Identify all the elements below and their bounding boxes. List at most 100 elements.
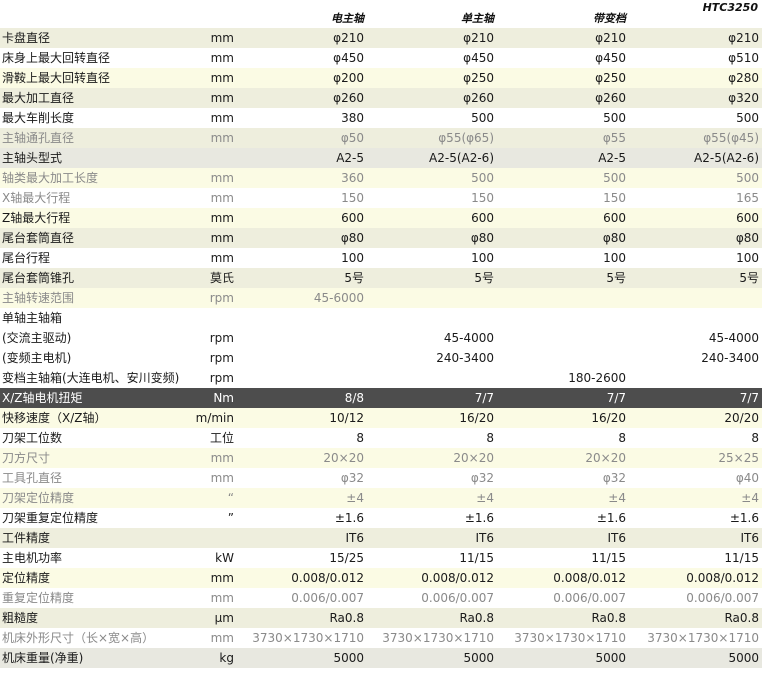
row-value-3 bbox=[512, 328, 626, 348]
row-value-3: 11/15 bbox=[591, 551, 626, 565]
table-row: 床身上最大回转直径 mm φ450 φ450 φ450 φ510 bbox=[0, 48, 762, 68]
row-value-4: 11/15 bbox=[724, 551, 759, 565]
row-value-2: A2-5(A2-6) bbox=[429, 151, 494, 165]
row-value-3: 180-2600 bbox=[568, 371, 626, 385]
spec-table-body: 卡盘直径 mm φ210 φ210 φ210 φ210 床身上最大回转直径 mm φ450 φ45… bbox=[0, 28, 762, 668]
row-value-2: φ450 bbox=[463, 51, 494, 65]
table-row: 工件精度 IT6 IT6 IT6 IT6 bbox=[0, 528, 762, 548]
row-value-3: 5号 bbox=[606, 271, 626, 285]
table-row: X/Z轴电机扭矩 Nm 8/8 7/7 7/7 7/7 bbox=[0, 388, 762, 408]
col-header-single-spindle: 单主轴 bbox=[461, 12, 494, 25]
row-value-4 bbox=[644, 288, 759, 308]
row-value-2: 7/7 bbox=[474, 391, 494, 405]
row-unit: mm bbox=[210, 31, 234, 45]
row-value-2: 150 bbox=[471, 191, 494, 205]
row-value-1: 0.008/0.012 bbox=[291, 571, 364, 585]
row-value-4 bbox=[644, 308, 759, 328]
table-row: 主轴头型式 A2-5 A2-5(A2-6) A2-5 A2-5(A2-6) bbox=[0, 148, 762, 168]
row-unit: 工位 bbox=[209, 431, 234, 445]
table-row: 轴类最大加工长度 mm 360 500 500 500 bbox=[0, 168, 762, 188]
row-value-2: φ260 bbox=[463, 91, 494, 105]
table-row: 单轴主轴箱 bbox=[0, 308, 762, 328]
row-value-4: 600 bbox=[736, 211, 759, 225]
row-value-2: Ra0.8 bbox=[459, 611, 494, 625]
row-unit: mm bbox=[210, 51, 234, 65]
row-unit: rpm bbox=[209, 291, 234, 305]
row-value-2: φ210 bbox=[463, 31, 494, 45]
row-value-4: φ280 bbox=[728, 71, 759, 85]
row-value-4: 5000 bbox=[728, 651, 759, 665]
table-row: 快移速度（X/Z轴） m/min 10/12 16/20 16/20 20/20 bbox=[0, 408, 762, 428]
row-value-1: IT6 bbox=[345, 531, 364, 545]
table-row: 主轴转速范围 rpm 45-6000 bbox=[0, 288, 762, 308]
row-value-1: φ210 bbox=[333, 31, 364, 45]
row-value-3: ±1.6 bbox=[596, 511, 626, 525]
row-value-3: φ250 bbox=[595, 71, 626, 85]
row-value-4: φ80 bbox=[735, 231, 759, 245]
row-value-2: 8 bbox=[486, 431, 494, 445]
row-value-1: 600 bbox=[341, 211, 364, 225]
row-value-3: 3730×1730×1710 bbox=[514, 631, 626, 645]
row-value-2: 16/20 bbox=[459, 411, 494, 425]
row-unit: mm bbox=[210, 571, 234, 585]
row-value-3: 20×20 bbox=[585, 451, 626, 465]
row-value-3 bbox=[512, 288, 626, 308]
row-value-1: φ80 bbox=[340, 231, 364, 245]
row-unit: mm bbox=[210, 191, 234, 205]
table-row: 刀架工位数 工位 8 8 8 8 bbox=[0, 428, 762, 448]
row-value-3: φ260 bbox=[595, 91, 626, 105]
row-value-2: 11/15 bbox=[459, 551, 494, 565]
row-value-4: φ210 bbox=[728, 31, 759, 45]
row-value-3: 0.006/0.007 bbox=[553, 591, 626, 605]
row-value-1: 380 bbox=[341, 111, 364, 125]
spec-sheet: 电主轴 单主轴 带变档 HTC3250 卡盘直径 mm φ210 φ210 φ210 φ2… bbox=[0, 0, 762, 676]
row-value-1: A2-5 bbox=[336, 151, 364, 165]
col-header-electric-spindle: 电主轴 bbox=[331, 12, 364, 25]
row-value-1: 8/8 bbox=[344, 391, 364, 405]
table-row: 卡盘直径 mm φ210 φ210 φ210 φ210 bbox=[0, 28, 762, 48]
table-row: 主轴通孔直径 mm φ50 φ55(φ65) φ55 φ55(φ45) bbox=[0, 128, 762, 148]
row-value-1 bbox=[250, 308, 364, 328]
row-value-2 bbox=[380, 308, 494, 328]
row-value-4: 20/20 bbox=[724, 411, 759, 425]
row-value-2: IT6 bbox=[475, 531, 494, 545]
row-unit: Nm bbox=[213, 391, 234, 405]
col-header-model: HTC3250 bbox=[702, 1, 758, 14]
row-value-3: 0.008/0.012 bbox=[553, 571, 626, 585]
row-value-2: 0.008/0.012 bbox=[421, 571, 494, 585]
row-value-4: 0.008/0.012 bbox=[686, 571, 759, 585]
row-unit bbox=[160, 308, 234, 328]
row-unit: m/min bbox=[195, 411, 234, 425]
row-value-2: φ55(φ65) bbox=[438, 131, 494, 145]
row-value-2: 600 bbox=[471, 211, 494, 225]
row-value-2: 5号 bbox=[474, 271, 494, 285]
table-row: 刀方尺寸 mm 20×20 20×20 20×20 25×25 bbox=[0, 448, 762, 468]
row-value-1 bbox=[250, 328, 364, 348]
row-value-3: 500 bbox=[603, 111, 626, 125]
row-value-2: 240-3400 bbox=[436, 351, 494, 365]
row-value-1: 8 bbox=[356, 431, 364, 445]
row-unit: mm bbox=[210, 111, 234, 125]
row-value-2: φ80 bbox=[470, 231, 494, 245]
row-unit: ” bbox=[227, 511, 234, 525]
row-unit: mm bbox=[210, 451, 234, 465]
row-value-4: φ55(φ45) bbox=[703, 131, 759, 145]
row-value-3: Ra0.8 bbox=[591, 611, 626, 625]
row-value-1: φ50 bbox=[340, 131, 364, 145]
row-value-4: φ40 bbox=[735, 471, 759, 485]
row-value-1: φ260 bbox=[333, 91, 364, 105]
row-value-1: ±1.6 bbox=[334, 511, 364, 525]
table-row: 粗糙度 μm Ra0.8 Ra0.8 Ra0.8 Ra0.8 bbox=[0, 608, 762, 628]
row-value-1: φ200 bbox=[333, 71, 364, 85]
row-unit: μm bbox=[214, 611, 234, 625]
table-row: 工具孔直径 mm φ32 φ32 φ32 φ40 bbox=[0, 468, 762, 488]
table-row: 尾台行程 mm 100 100 100 100 bbox=[0, 248, 762, 268]
table-row: 最大车削长度 mm 380 500 500 500 bbox=[0, 108, 762, 128]
row-value-4: 25×25 bbox=[718, 451, 759, 465]
row-value-3: 5000 bbox=[595, 651, 626, 665]
table-row: 机床外形尺寸（长×宽×高） mm 3730×1730×1710 3730×1730×1… bbox=[0, 628, 762, 648]
table-row: 滑鞍上最大回转直径 mm φ200 φ250 φ250 φ280 bbox=[0, 68, 762, 88]
col-header-gear-change: 带变档 bbox=[593, 12, 626, 25]
row-unit: mm bbox=[210, 211, 234, 225]
table-row: 重复定位精度 mm 0.006/0.007 0.006/0.007 0.006/0.00… bbox=[0, 588, 762, 608]
